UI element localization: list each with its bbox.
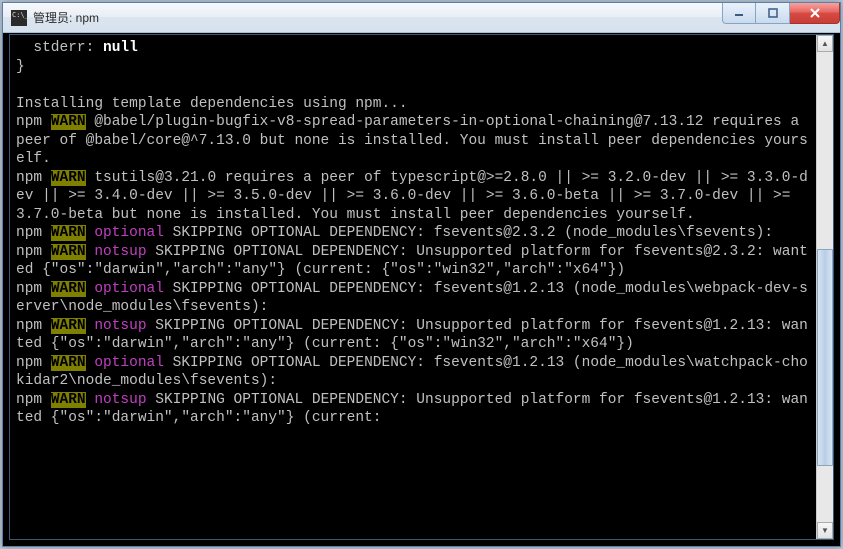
terminal-segment: @babel/plugin-bugfix-v8-spread-parameter… bbox=[16, 114, 808, 167]
terminal-segment: npm bbox=[16, 225, 51, 241]
vertical-scrollbar[interactable]: ▲ ▼ bbox=[816, 35, 833, 539]
terminal-window: 管理员: npm stderr: null} Installing templa… bbox=[2, 2, 841, 547]
close-button[interactable] bbox=[790, 3, 840, 24]
terminal-segment: tsutils@3.21.0 requires a peer of typesc… bbox=[16, 170, 808, 223]
terminal-segment: } bbox=[16, 59, 25, 75]
terminal-segment: optional bbox=[94, 225, 164, 241]
terminal-segment: null bbox=[103, 40, 138, 56]
terminal-segment: notsup bbox=[94, 392, 146, 408]
terminal-line: npm WARN optional SKIPPING OPTIONAL DEPE… bbox=[16, 354, 810, 391]
terminal-segment: optional bbox=[94, 281, 164, 297]
terminal-segment: WARN bbox=[51, 170, 86, 186]
cmd-icon bbox=[11, 10, 27, 26]
close-icon bbox=[809, 7, 821, 19]
terminal-segment: WARN bbox=[51, 281, 86, 297]
terminal-segment: npm bbox=[16, 392, 51, 408]
terminal-line: npm WARN notsup SKIPPING OPTIONAL DEPEND… bbox=[16, 317, 810, 354]
terminal-segment: WARN bbox=[51, 318, 86, 334]
terminal-line: } bbox=[16, 58, 810, 77]
terminal-segment: npm bbox=[16, 281, 51, 297]
terminal-segment: WARN bbox=[51, 114, 86, 130]
terminal-line: Installing template dependencies using n… bbox=[16, 95, 810, 114]
terminal-segment: notsup bbox=[94, 318, 146, 334]
minimize-icon bbox=[734, 8, 744, 18]
terminal-segment: stderr: bbox=[16, 40, 103, 56]
maximize-button[interactable] bbox=[756, 3, 790, 24]
scroll-up-button[interactable]: ▲ bbox=[817, 35, 833, 52]
content-area: stderr: null} Installing template depend… bbox=[9, 34, 834, 540]
minimize-button[interactable] bbox=[722, 3, 756, 24]
terminal-segment: notsup bbox=[94, 244, 146, 260]
scrollbar-track[interactable] bbox=[817, 52, 833, 522]
terminal-line: npm WARN notsup SKIPPING OPTIONAL DEPEND… bbox=[16, 243, 810, 280]
window-title: 管理员: npm bbox=[33, 9, 99, 26]
terminal-segment: npm bbox=[16, 244, 51, 260]
terminal-segment: WARN bbox=[51, 392, 86, 408]
terminal-segment: WARN bbox=[51, 225, 86, 241]
terminal-line: npm WARN notsup SKIPPING OPTIONAL DEPEND… bbox=[16, 391, 810, 428]
terminal-segment: npm bbox=[16, 170, 51, 186]
terminal-segment: npm bbox=[16, 318, 51, 334]
terminal-output[interactable]: stderr: null} Installing template depend… bbox=[10, 35, 816, 539]
terminal-segment: npm bbox=[16, 114, 51, 130]
terminal-line: npm WARN @babel/plugin-bugfix-v8-spread-… bbox=[16, 113, 810, 169]
scrollbar-thumb[interactable] bbox=[817, 249, 833, 465]
terminal-segment: optional bbox=[94, 355, 164, 371]
scroll-down-button[interactable]: ▼ bbox=[817, 522, 833, 539]
window-controls bbox=[722, 3, 840, 24]
terminal-line bbox=[16, 76, 810, 95]
terminal-segment: WARN bbox=[51, 244, 86, 260]
terminal-segment: npm bbox=[16, 355, 51, 371]
titlebar[interactable]: 管理员: npm bbox=[3, 3, 840, 33]
terminal-segment: WARN bbox=[51, 355, 86, 371]
terminal-segment: SKIPPING OPTIONAL DEPENDENCY: fsevents@2… bbox=[164, 225, 773, 241]
terminal-segment: Installing template dependencies using n… bbox=[16, 96, 408, 112]
terminal-line: stderr: null bbox=[16, 39, 810, 58]
terminal-line: npm WARN optional SKIPPING OPTIONAL DEPE… bbox=[16, 224, 810, 243]
terminal-line: npm WARN tsutils@3.21.0 requires a peer … bbox=[16, 169, 810, 225]
maximize-icon bbox=[768, 8, 778, 18]
terminal-line: npm WARN optional SKIPPING OPTIONAL DEPE… bbox=[16, 280, 810, 317]
